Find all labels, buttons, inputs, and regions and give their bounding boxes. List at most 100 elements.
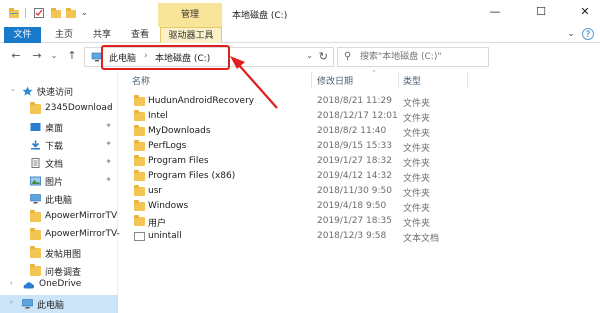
- navigation-pane: ⌄ 快速访问 2345Download ✦ 桌面 ✦ 下载 ✦ 文档 ✦ 图片 …: [0, 70, 120, 313]
- sidebar-item-apowermirrortv[interactable]: ApowerMirrorTV: [0, 208, 118, 226]
- search-input[interactable]: [360, 50, 485, 64]
- file-type: 文本文档: [403, 234, 440, 244]
- sidebar-item-apowermirrortv-2[interactable]: ApowerMirrorTV-: [0, 226, 120, 244]
- file-row[interactable]: Intel 2018/12/17 12:01 文件夹: [119, 109, 600, 124]
- column-type[interactable]: 类型: [403, 74, 421, 87]
- sidebar-item-this-pc-quick[interactable]: 此电脑: [0, 190, 118, 208]
- star-icon: [22, 86, 33, 96]
- computer-icon: [30, 194, 41, 204]
- sidebar-label: 此电脑: [45, 196, 73, 206]
- file-name: Intel: [148, 111, 168, 121]
- chevron-down-icon[interactable]: ⌄: [10, 85, 16, 93]
- folder-icon: [134, 155, 145, 166]
- file-date: 2019/1/27 18:32: [317, 156, 392, 166]
- forward-button[interactable]: →: [30, 49, 44, 63]
- file-row[interactable]: Program Files (x86) 2019/4/12 14:32 文件夹: [119, 169, 600, 184]
- column-divider[interactable]: [311, 72, 312, 88]
- file-row[interactable]: Program Files 2019/1/27 18:32 文件夹: [119, 154, 600, 169]
- tab-home[interactable]: 主页: [48, 27, 80, 43]
- tab-drive-tools[interactable]: 驱动器工具: [160, 27, 222, 43]
- sidebar-item-desktop[interactable]: 桌面 ✦: [0, 118, 118, 136]
- chevron-right-icon[interactable]: ›: [10, 279, 13, 287]
- sidebar-item-post-images[interactable]: 发帖用图: [0, 244, 118, 262]
- file-date: 2019/4/12 14:32: [317, 171, 392, 181]
- explorer-icon: [9, 8, 19, 18]
- computer-icon: [22, 299, 33, 309]
- recent-locations-dropdown[interactable]: ⌄: [47, 49, 61, 63]
- folder-icon: [30, 210, 41, 222]
- tab-share[interactable]: 共享: [86, 27, 118, 43]
- up-button[interactable]: ↑: [65, 49, 79, 63]
- sidebar-item-pictures[interactable]: 图片 ✦: [0, 172, 118, 190]
- folder-icon: [134, 140, 145, 151]
- help-icon[interactable]: ?: [582, 28, 594, 40]
- sidebar-item-2345download[interactable]: 2345Download ✦: [0, 100, 118, 118]
- file-date: 2018/12/3 9:58: [317, 231, 387, 241]
- folder-icon: [134, 215, 145, 226]
- folder-icon: [30, 264, 41, 276]
- file-type: 文件夹: [403, 204, 431, 214]
- pin-icon[interactable]: ✦: [105, 121, 112, 130]
- sidebar-label: ApowerMirrorTV: [45, 211, 118, 221]
- pictures-icon: [30, 176, 41, 186]
- file-name: MyDownloads: [148, 126, 211, 136]
- file-date: 2018/11/30 9:50: [317, 186, 392, 196]
- file-name: Program Files: [148, 156, 209, 166]
- file-row[interactable]: PerfLogs 2018/9/15 15:33 文件夹: [119, 139, 600, 154]
- file-row[interactable]: usr 2018/11/30 9:50 文件夹: [119, 184, 600, 199]
- folder-icon: [134, 95, 145, 106]
- file-date: 2018/12/17 12:01: [317, 111, 398, 121]
- file-name: unintall: [148, 231, 182, 241]
- window-title: 本地磁盘 (C:): [232, 11, 288, 21]
- column-name[interactable]: 名称: [132, 74, 150, 87]
- pin-icon[interactable]: ✦: [105, 139, 112, 148]
- column-divider[interactable]: [467, 72, 468, 88]
- new-folder-icon[interactable]: [50, 7, 62, 19]
- file-name: 用户: [148, 219, 167, 229]
- address-dropdown-icon[interactable]: ⌄: [306, 51, 313, 60]
- file-date: 2019/1/27 18:35: [317, 216, 392, 226]
- chevron-right-icon[interactable]: ›: [10, 298, 13, 306]
- sidebar-label: 桌面: [45, 124, 64, 134]
- sidebar-label: OneDrive: [39, 279, 82, 289]
- pin-icon[interactable]: ✦: [105, 157, 112, 166]
- pin-icon[interactable]: ✦: [105, 175, 112, 184]
- file-name: Program Files (x86): [148, 171, 236, 181]
- search-icon: ⚲: [344, 51, 352, 62]
- sidebar-quick-access[interactable]: ⌄ 快速访问: [0, 82, 118, 100]
- sidebar-onedrive[interactable]: › OneDrive: [0, 276, 118, 294]
- properties-icon[interactable]: [33, 7, 45, 19]
- file-row[interactable]: HudunAndroidRecovery 2018/8/21 11:29 文件夹: [119, 94, 600, 109]
- file-row[interactable]: 用户 2019/1/27 18:35 文件夹: [119, 214, 600, 229]
- sidebar-label: 图片: [45, 178, 64, 188]
- manage-tab[interactable]: 管理: [158, 3, 222, 27]
- folder-icon: [30, 102, 41, 114]
- pin-icon[interactable]: ✦: [105, 103, 112, 112]
- file-row[interactable]: MyDownloads 2018/8/2 11:40 文件夹: [119, 124, 600, 139]
- column-date-modified[interactable]: 修改日期: [317, 74, 353, 87]
- folder-icon[interactable]: [65, 7, 77, 19]
- customize-toolbar-dropdown[interactable]: ⌄: [81, 8, 88, 17]
- search-box[interactable]: ⚲: [337, 47, 489, 67]
- minimize-button[interactable]: —: [488, 5, 502, 19]
- refresh-icon[interactable]: ↻: [319, 50, 328, 63]
- sidebar-this-pc[interactable]: › 此电脑: [0, 295, 118, 313]
- back-button[interactable]: ←: [9, 49, 23, 63]
- ribbon-tabs: 文件 主页 共享 查看 驱动器工具 ⌄ ?: [0, 27, 600, 43]
- expand-ribbon-icon[interactable]: ⌄: [565, 28, 577, 40]
- annotation-highlight-box: [101, 45, 230, 70]
- sidebar-label: 下载: [45, 142, 64, 152]
- sidebar-label: 文档: [45, 160, 64, 170]
- file-date: 2019/4/18 9:50: [317, 201, 387, 211]
- file-row[interactable]: Windows 2019/4/18 9:50 文件夹: [119, 199, 600, 214]
- document-icon: [31, 158, 40, 168]
- sidebar-item-downloads[interactable]: 下载 ✦: [0, 136, 118, 154]
- tab-view[interactable]: 查看: [124, 27, 156, 43]
- column-divider[interactable]: [398, 72, 399, 88]
- sidebar-label: 发帖用图: [45, 250, 82, 260]
- maximize-button[interactable]: ☐: [534, 5, 548, 19]
- tab-file[interactable]: 文件: [4, 27, 41, 43]
- close-button[interactable]: ✕: [578, 5, 592, 19]
- file-row[interactable]: unintall 2018/12/3 9:58 文本文档: [119, 229, 600, 244]
- sidebar-item-documents[interactable]: 文档 ✦: [0, 154, 118, 172]
